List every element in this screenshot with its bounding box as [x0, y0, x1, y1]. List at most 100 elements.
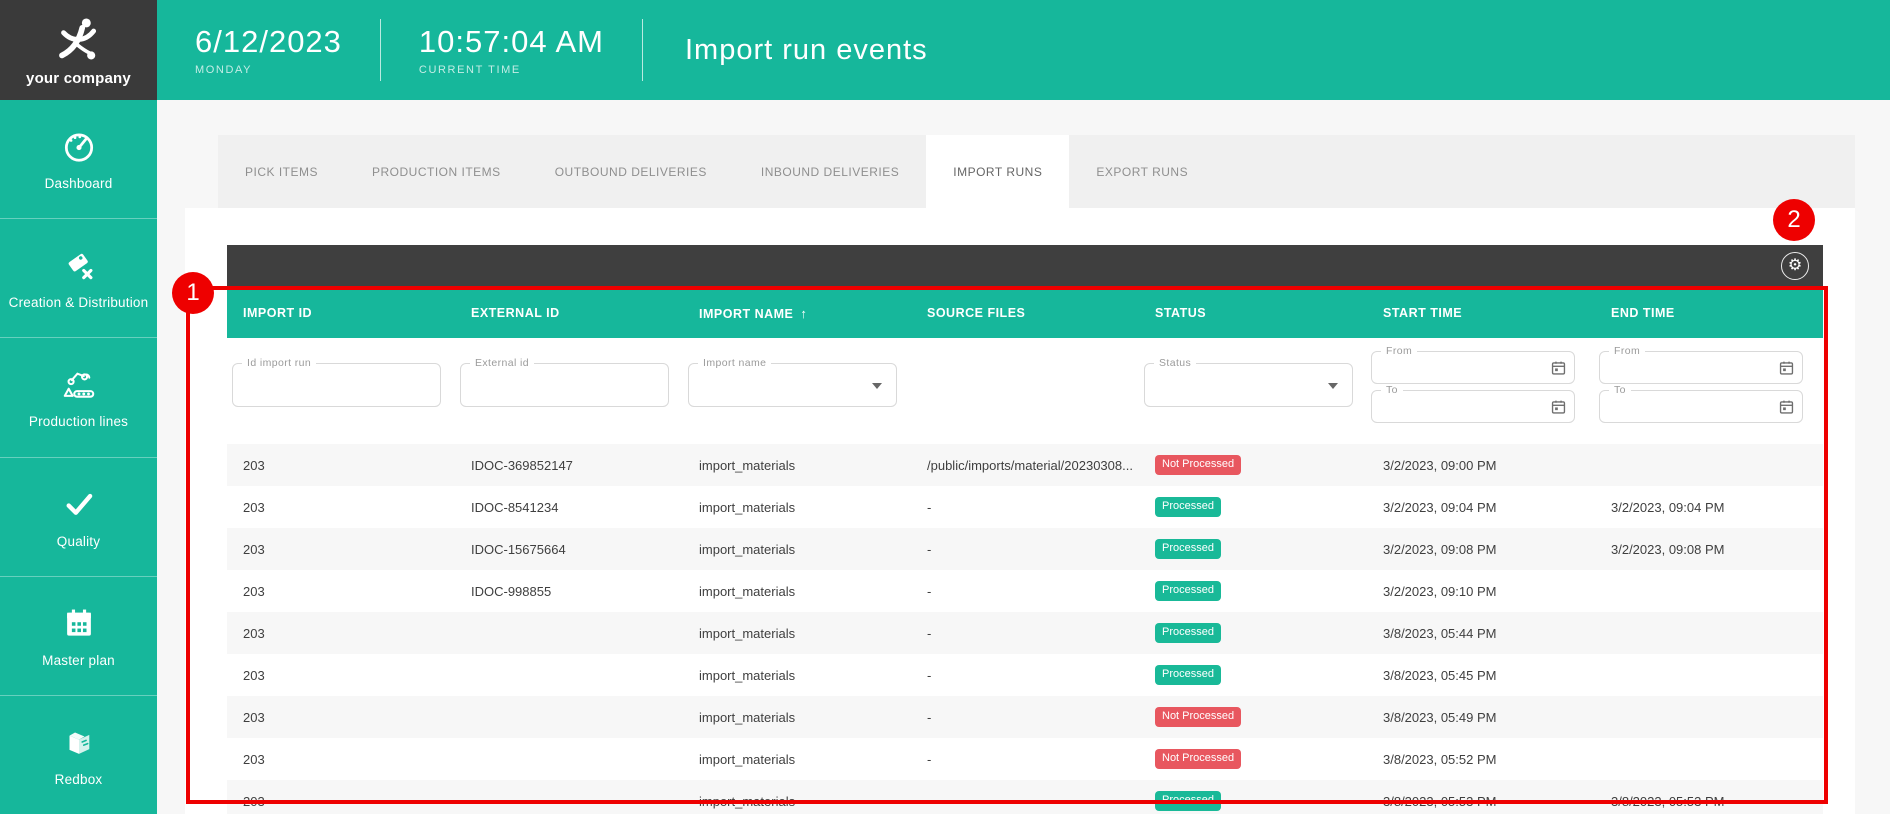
- header-day: MONDAY: [195, 64, 342, 76]
- table-header-row: IMPORT IDEXTERNAL IDIMPORT NAME↑SOURCE F…: [227, 288, 1823, 338]
- header-date-block: 6/12/2023 MONDAY: [157, 24, 380, 76]
- table-row[interactable]: 203IDOC-8541234import_materials-Processe…: [227, 486, 1823, 528]
- cell-import-name: import_materials: [683, 710, 911, 725]
- table-row[interactable]: 203IDOC-15675664import_materials-Process…: [227, 528, 1823, 570]
- sidebar-item-label: Dashboard: [41, 176, 117, 191]
- page-title: Import run events: [643, 34, 928, 67]
- company-logo[interactable]: your company: [0, 0, 157, 100]
- calendar-icon[interactable]: [1550, 398, 1567, 415]
- table-row[interactable]: 203import_materials-Processed3/8/2023, 0…: [227, 612, 1823, 654]
- cell-import-name: import_materials: [683, 500, 911, 515]
- cell-source-files: -: [911, 668, 1139, 683]
- external-id-filter-input[interactable]: [471, 368, 658, 402]
- end-time-from-filter[interactable]: From: [1599, 351, 1803, 384]
- table-row[interactable]: 203IDOC-998855import_materials-Processed…: [227, 570, 1823, 612]
- settings-button[interactable]: ⚙: [1781, 252, 1809, 280]
- filter-cell-external-id: External id: [455, 338, 683, 444]
- cell-import-id: 203: [227, 668, 455, 683]
- filter-cell-end-time: From To: [1595, 338, 1823, 444]
- tab-production-items[interactable]: PRODUCTION ITEMS: [345, 135, 528, 208]
- status-badge: Processed: [1155, 581, 1221, 601]
- status-badge: Not Processed: [1155, 455, 1241, 475]
- sidebar-item-quality[interactable]: Quality: [0, 458, 157, 577]
- tab-pick-items[interactable]: PICK ITEMS: [218, 135, 345, 208]
- column-header-import-name[interactable]: IMPORT NAME↑: [683, 306, 911, 321]
- tab-import-runs[interactable]: IMPORT RUNS: [926, 135, 1069, 208]
- status-filter-label: Status: [1154, 357, 1196, 369]
- tab-inbound-deliveries[interactable]: INBOUND DELIVERIES: [734, 135, 926, 208]
- sidebar-item-dashboard[interactable]: Dashboard: [0, 100, 157, 219]
- sidebar-item-label: Creation & Distribution: [5, 295, 153, 310]
- table-row[interactable]: 203import_materials-Not Processed3/8/202…: [227, 696, 1823, 738]
- cell-import-name: import_materials: [683, 752, 911, 767]
- filter-cell-status: Status: [1139, 338, 1367, 444]
- column-header-end-time[interactable]: END TIME: [1595, 306, 1823, 320]
- sidebar-item-label: Redbox: [51, 772, 107, 787]
- sidebar-nav: Dashboard Creation & Distribution Producti…: [0, 100, 157, 814]
- sidebar-item-production-lines[interactable]: Production lines: [0, 338, 157, 457]
- column-header-source-files[interactable]: SOURCE FILES: [911, 306, 1139, 320]
- cell-source-files: /public/imports/material/20230308...: [911, 458, 1139, 473]
- cell-status: Processed: [1139, 581, 1367, 601]
- sidebar-item-label: Quality: [53, 534, 104, 549]
- start-time-from-filter[interactable]: From: [1371, 351, 1575, 384]
- cell-source-files: -: [911, 626, 1139, 641]
- redbox-icon: [60, 723, 98, 761]
- sidebar: your company Dashboard Creation & Distrib…: [0, 0, 157, 814]
- cell-start-time: 3/2/2023, 09:08 PM: [1367, 542, 1595, 557]
- sidebar-item-redbox[interactable]: Redbox: [0, 696, 157, 814]
- top-header: 6/12/2023 MONDAY 10:57:04 AM CURRENT TIM…: [157, 0, 1890, 100]
- end-time-to-filter[interactable]: To: [1599, 390, 1803, 423]
- import-id-filter-input[interactable]: [243, 368, 430, 402]
- end-time-to-label: To: [1609, 384, 1631, 396]
- cell-import-name: import_materials: [683, 668, 911, 683]
- cell-import-id: 203: [227, 626, 455, 641]
- filter-cell-start-time: From To: [1367, 338, 1595, 444]
- column-header-external-id[interactable]: EXTERNAL ID: [455, 306, 683, 320]
- filter-cell-import-name: Import name: [683, 338, 911, 444]
- status-filter-select[interactable]: Status: [1144, 363, 1353, 407]
- table-toolbar: ⚙: [227, 245, 1823, 287]
- cell-import-name: import_materials: [683, 794, 911, 809]
- end-time-from-label: From: [1609, 345, 1645, 357]
- table-row[interactable]: 203IDOC-369852147import_materials/public…: [227, 444, 1823, 486]
- dashboard-icon: [60, 127, 98, 165]
- start-time-to-filter[interactable]: To: [1371, 390, 1575, 423]
- cell-import-id: 203: [227, 458, 455, 473]
- cell-start-time: 3/8/2023, 05:53 PM: [1367, 794, 1595, 809]
- company-name: your company: [26, 70, 131, 87]
- table-filter-row: Id import run External id Import name: [227, 338, 1823, 444]
- import-id-filter[interactable]: Id import run: [232, 363, 441, 407]
- cell-import-name: import_materials: [683, 542, 911, 557]
- table-row[interactable]: 203import_materials-Processed3/8/2023, 0…: [227, 780, 1823, 814]
- header-time: 10:57:04 AM: [419, 24, 604, 60]
- sidebar-item-master-plan[interactable]: Master plan: [0, 577, 157, 696]
- sidebar-item-creation-distribution[interactable]: Creation & Distribution: [0, 219, 157, 338]
- column-header-import-id[interactable]: IMPORT ID: [227, 306, 455, 320]
- column-header-status[interactable]: STATUS: [1139, 306, 1367, 320]
- import-name-filter-label: Import name: [698, 357, 771, 369]
- calendar-icon[interactable]: [1778, 359, 1795, 376]
- table-row[interactable]: 203import_materials-Processed3/8/2023, 0…: [227, 654, 1823, 696]
- cell-status: Processed: [1139, 539, 1367, 559]
- cell-import-id: 203: [227, 710, 455, 725]
- tab-outbound-deliveries[interactable]: OUTBOUND DELIVERIES: [528, 135, 734, 208]
- calendar-icon[interactable]: [1778, 398, 1795, 415]
- cell-import-id: 203: [227, 794, 455, 809]
- table-row[interactable]: 203import_materials-Not Processed3/8/202…: [227, 738, 1823, 780]
- cell-external-id: IDOC-15675664: [455, 542, 683, 557]
- cell-status: Not Processed: [1139, 455, 1367, 475]
- import-name-filter-select[interactable]: Import name: [688, 363, 897, 407]
- column-header-start-time[interactable]: START TIME: [1367, 306, 1595, 320]
- cell-import-id: 203: [227, 752, 455, 767]
- header-time-block: 10:57:04 AM CURRENT TIME: [381, 24, 642, 76]
- cell-import-name: import_materials: [683, 458, 911, 473]
- cell-status: Processed: [1139, 623, 1367, 643]
- cell-start-time: 3/2/2023, 09:10 PM: [1367, 584, 1595, 599]
- start-time-to-label: To: [1381, 384, 1403, 396]
- cell-import-id: 203: [227, 584, 455, 599]
- tab-export-runs[interactable]: EXPORT RUNS: [1069, 135, 1215, 208]
- external-id-filter[interactable]: External id: [460, 363, 669, 407]
- cell-end-time: 3/2/2023, 09:08 PM: [1595, 542, 1823, 557]
- calendar-icon[interactable]: [1550, 359, 1567, 376]
